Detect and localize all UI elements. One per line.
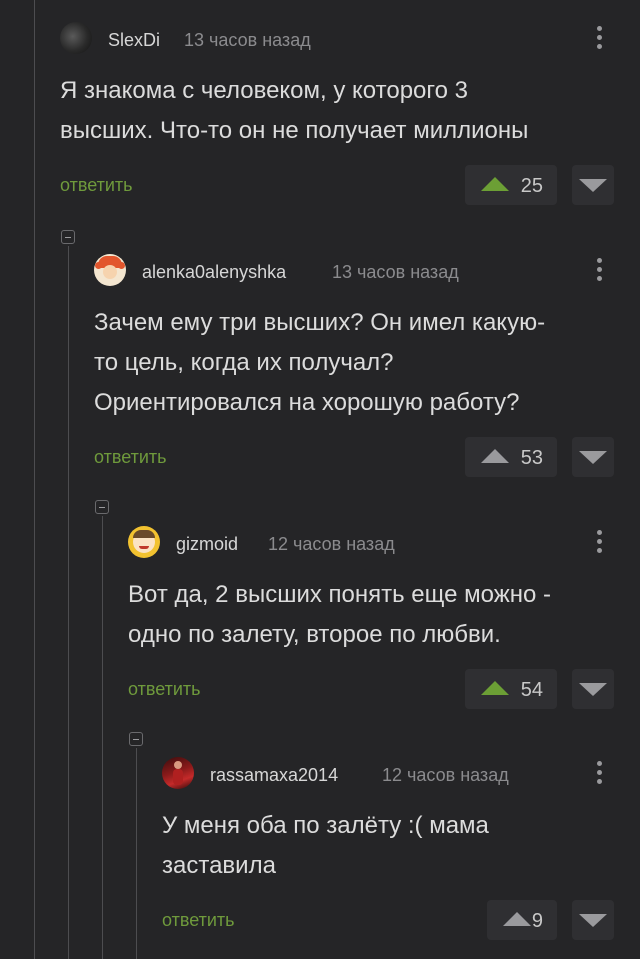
comment-time: 13 часов назад <box>184 30 311 50</box>
downvote-button[interactable] <box>572 900 614 940</box>
arrow-up-icon <box>481 449 509 463</box>
avatar[interactable] <box>94 254 126 286</box>
arrow-down-icon <box>579 451 607 464</box>
comment-time: 12 часов назад <box>268 534 395 554</box>
vote-count: 54 <box>520 679 543 701</box>
more-icon[interactable] <box>596 26 602 54</box>
reply-link[interactable]: ответить <box>60 175 133 196</box>
comment-text: Зачем ему три высших? Он имел какую- то … <box>94 309 546 416</box>
thread-line <box>136 748 137 959</box>
vote-count: 25 <box>520 175 543 197</box>
arrow-up-icon <box>503 912 531 926</box>
reply-link[interactable]: ответить <box>128 679 201 700</box>
comment-time: 13 часов назад <box>332 262 459 282</box>
upvote-button[interactable]: 53 <box>465 437 557 477</box>
collapse-button[interactable] <box>61 230 75 244</box>
downvote-button[interactable] <box>572 437 614 477</box>
collapse-button[interactable] <box>95 500 109 514</box>
upvote-button[interactable]: 9 <box>487 900 557 940</box>
comment-text: У меня оба по залёту :( мама заставила <box>162 812 489 879</box>
reply-link[interactable]: ответить <box>162 910 235 931</box>
arrow-down-icon <box>579 683 607 696</box>
comment: SlexDi 13 часов назад Я знакома с челове… <box>60 22 640 212</box>
comment-author[interactable]: alenka0alenyshka <box>142 262 286 283</box>
thread-line <box>68 246 69 959</box>
comment-author[interactable]: rassamaxa2014 <box>210 765 338 786</box>
more-icon[interactable] <box>596 761 602 789</box>
collapse-button[interactable] <box>129 732 143 746</box>
arrow-up-icon <box>481 681 509 695</box>
comment-author[interactable]: gizmoid <box>176 534 238 555</box>
arrow-down-icon <box>579 914 607 927</box>
comment-time: 12 часов назад <box>382 765 509 785</box>
comment-text: Я знакома с человеком, у которого 3 высш… <box>60 77 529 144</box>
upvote-button[interactable]: 54 <box>465 669 557 709</box>
arrow-down-icon <box>579 179 607 192</box>
more-icon[interactable] <box>596 258 602 286</box>
comment-author[interactable]: SlexDi <box>108 30 160 51</box>
more-icon[interactable] <box>596 530 602 558</box>
reply-link[interactable]: ответить <box>94 447 167 468</box>
thread-line <box>34 0 35 959</box>
vote-count: 9 <box>531 910 543 932</box>
comment: rassamaxa2014 12 часов назад У меня оба … <box>162 757 640 947</box>
thread-line <box>102 516 103 959</box>
avatar[interactable] <box>60 22 92 54</box>
downvote-button[interactable] <box>572 165 614 205</box>
vote-count: 53 <box>520 447 543 469</box>
comment: alenka0alenyshka 13 часов назад Зачем ем… <box>94 254 640 484</box>
comment: gizmoid 12 часов назад Вот да, 2 высших … <box>128 526 640 716</box>
avatar[interactable] <box>162 757 194 789</box>
avatar[interactable] <box>128 526 160 558</box>
comment-text: Вот да, 2 высших понять еще можно - одно… <box>128 581 552 648</box>
downvote-button[interactable] <box>572 669 614 709</box>
arrow-up-icon <box>481 177 509 191</box>
upvote-button[interactable]: 25 <box>465 165 557 205</box>
